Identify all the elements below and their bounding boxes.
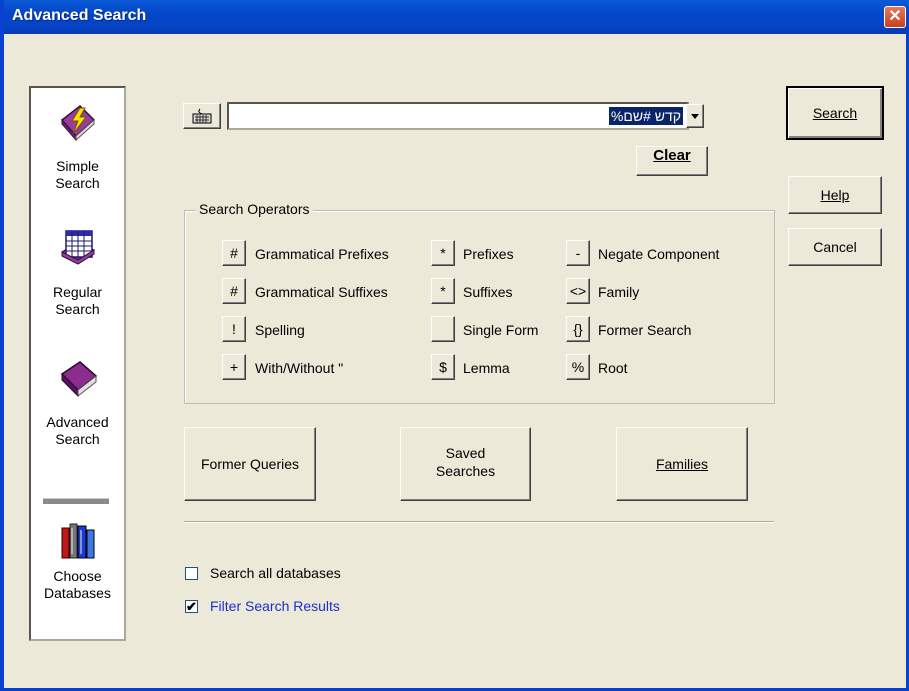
former-queries-label: Former Queries <box>200 456 300 472</box>
operator-symbol: % <box>571 359 585 375</box>
close-icon: ✕ <box>888 8 902 25</box>
operator-suffixes-button[interactable]: * <box>431 278 455 304</box>
purple-book-icon <box>60 361 97 398</box>
operator-label: Suffixes <box>463 284 513 300</box>
operator-family-button[interactable]: <> <box>566 278 590 304</box>
operator-with-without-button[interactable]: + <box>222 354 246 380</box>
clear-button-label: Clear <box>653 147 691 164</box>
operator-symbol: <> <box>569 283 587 299</box>
search-mode-sidebar: Simple Search Regular Search Advanced Se… <box>29 86 126 641</box>
families-button[interactable]: Families <box>616 427 748 501</box>
sidebar-item-regular-search[interactable]: Regular Search <box>31 228 124 318</box>
sidebar-label-line1: Advanced <box>46 414 109 430</box>
grid-book-icon <box>60 230 95 265</box>
sidebar-label-line1: Regular <box>52 284 103 300</box>
operator-grammatical-suffixes-button[interactable]: # <box>222 278 246 304</box>
saved-searches-button[interactable]: Saved Searches <box>400 427 531 501</box>
search-button-label: Search <box>812 105 858 121</box>
operator-symbol: * <box>440 245 446 261</box>
operator-symbol: * <box>440 283 446 299</box>
operator-single-form-button[interactable] <box>431 316 455 342</box>
operator-label: Single Form <box>463 322 539 338</box>
cancel-button[interactable]: Cancel <box>788 228 882 266</box>
sidebar-item-choose-databases[interactable]: Choose Databases <box>31 520 124 602</box>
query-input-value: %קדש #שם <box>608 107 683 125</box>
operator-label: Grammatical Prefixes <box>255 246 389 262</box>
query-input[interactable]: %קדש #שם <box>227 102 689 130</box>
cancel-button-label: Cancel <box>813 239 857 255</box>
search-all-databases-label[interactable]: Search all databases <box>210 565 341 581</box>
sidebar-item-simple-search[interactable]: Simple Search <box>31 102 124 192</box>
sidebar-separator <box>43 498 109 504</box>
keyboard-icon <box>192 108 212 124</box>
operator-label: Lemma <box>463 360 510 376</box>
operator-label: Prefixes <box>463 246 514 262</box>
operator-label: Former Search <box>598 322 692 338</box>
search-all-databases-checkbox[interactable] <box>185 567 198 580</box>
operator-former-search-button[interactable]: {} <box>566 316 590 342</box>
operator-label: Negate Component <box>598 246 720 262</box>
search-button[interactable]: Search <box>786 86 884 140</box>
operator-label: Family <box>598 284 640 300</box>
saved-searches-label-line2: Searches <box>435 463 496 479</box>
operator-symbol: # <box>230 245 238 261</box>
operator-label: With/Without " <box>255 360 344 376</box>
chevron-down-icon <box>691 114 699 119</box>
keyboard-button[interactable] <box>183 103 221 129</box>
sidebar-label-line2: Search <box>55 431 100 447</box>
operator-spelling-button[interactable]: ! <box>222 316 246 342</box>
section-divider <box>184 521 774 523</box>
operator-label: Spelling <box>255 322 305 338</box>
sidebar-label-line2: Databases <box>44 585 111 601</box>
operator-lemma-button[interactable]: $ <box>431 354 455 380</box>
operator-root-button[interactable]: % <box>566 354 590 380</box>
operator-symbol: + <box>229 359 239 375</box>
search-operators-title: Search Operators <box>196 201 313 217</box>
operator-symbol: $ <box>439 359 447 375</box>
saved-searches-label-line1: Saved <box>445 445 486 461</box>
operator-symbol: {} <box>573 321 583 337</box>
close-button[interactable]: ✕ <box>884 6 906 28</box>
operator-symbol: - <box>575 245 581 261</box>
operator-negate-component-button[interactable]: - <box>566 240 590 266</box>
former-queries-button[interactable]: Former Queries <box>184 427 316 501</box>
operator-grammatical-prefixes-button[interactable]: # <box>222 240 246 266</box>
query-history-dropdown[interactable] <box>686 104 704 128</box>
operator-label: Root <box>598 360 628 376</box>
operator-label: Grammatical Suffixes <box>255 284 388 300</box>
lightning-book-icon <box>60 105 95 142</box>
window-title: Advanced Search <box>12 7 147 24</box>
sidebar-label-line2: Search <box>55 301 100 317</box>
sidebar-label-line2: Search <box>55 175 100 191</box>
operator-symbol: ! <box>232 321 236 337</box>
title-bar[interactable]: Advanced Search ✕ <box>4 0 909 34</box>
help-button[interactable]: Help <box>788 176 882 214</box>
clear-button[interactable]: Clear <box>636 146 708 176</box>
sidebar-item-advanced-search[interactable]: Advanced Search <box>31 358 124 448</box>
families-label: Families <box>655 456 709 472</box>
sidebar-label-line1: Choose <box>53 568 102 584</box>
sidebar-label-line1: Simple <box>56 158 99 174</box>
checkmark-icon: ✔ <box>186 599 197 614</box>
filter-search-results-label[interactable]: Filter Search Results <box>210 598 340 614</box>
books-icon <box>61 523 94 559</box>
operator-prefixes-button[interactable]: * <box>431 240 455 266</box>
help-button-label: Help <box>820 187 850 203</box>
filter-search-results-checkbox[interactable]: ✔ <box>185 600 198 613</box>
operator-symbol: # <box>230 283 238 299</box>
